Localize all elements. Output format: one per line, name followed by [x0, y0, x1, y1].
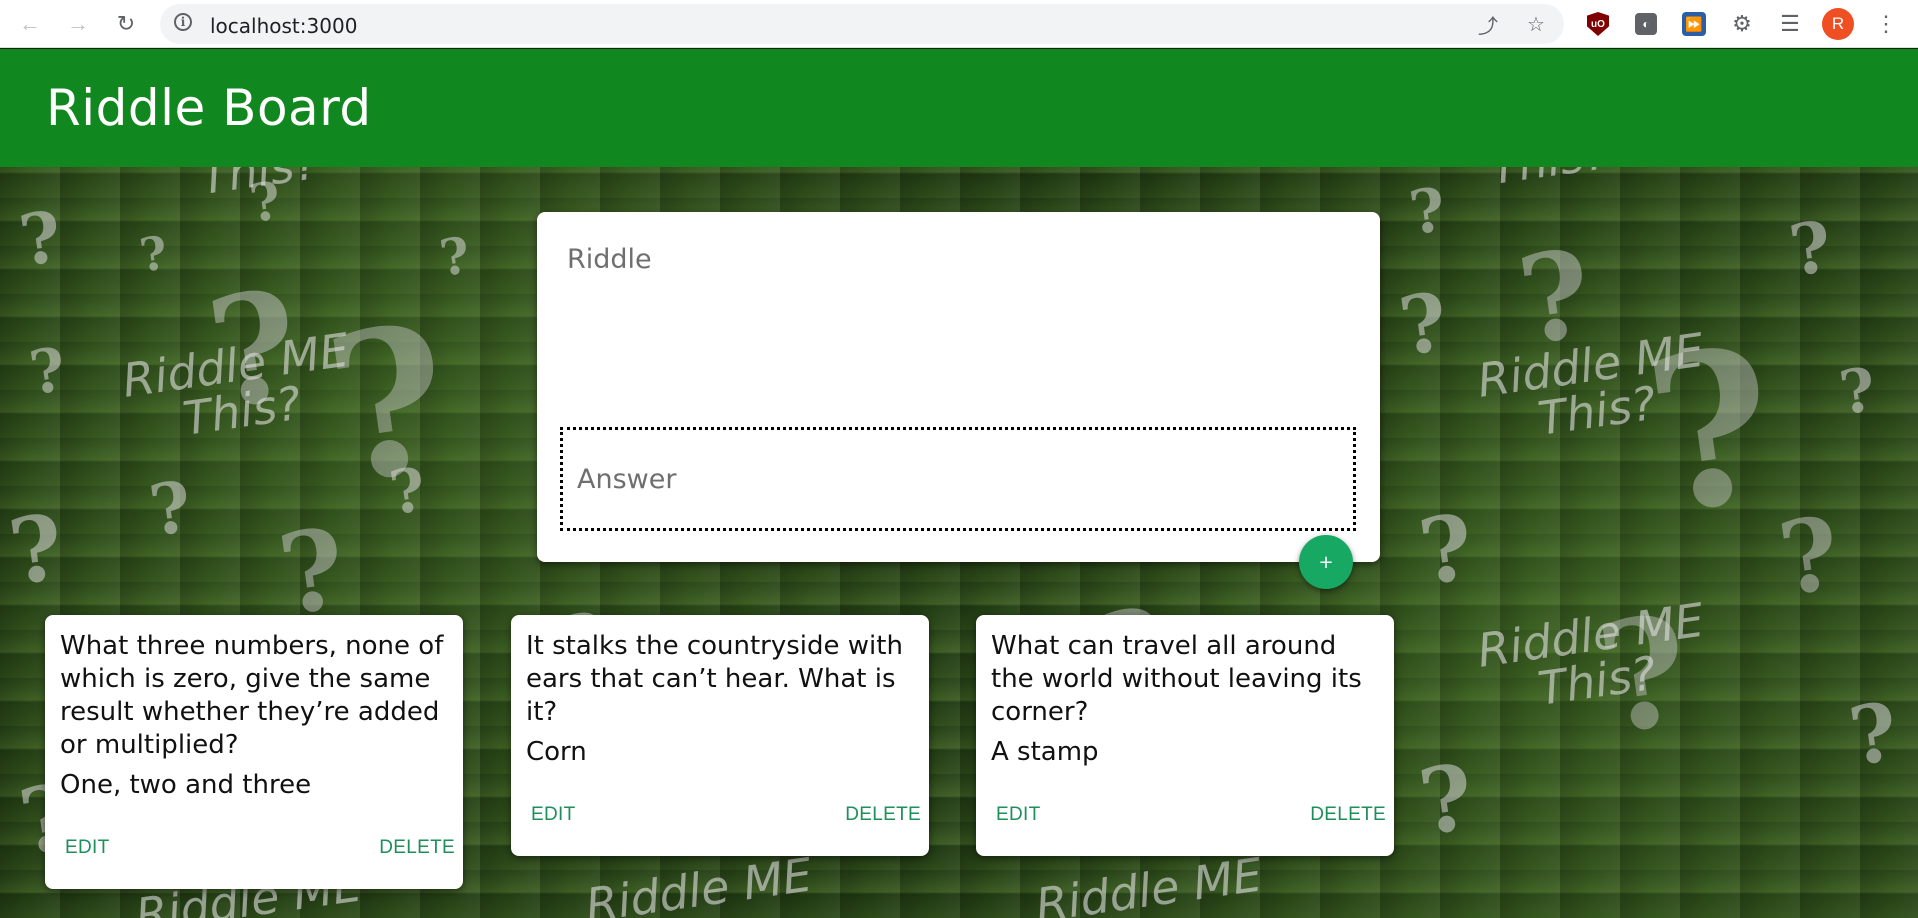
riddle-card: What three numbers, none of which is zer…	[45, 615, 463, 889]
add-riddle-button[interactable]: +	[1299, 535, 1353, 589]
riddle-question: What can travel all around the world wit…	[991, 631, 1362, 727]
page-title: Riddle Board	[46, 79, 372, 137]
delete-button[interactable]: DELETE	[845, 804, 921, 826]
riddle-answer: One, two and three	[60, 770, 312, 800]
puzzle-icon[interactable]: ⚙	[1726, 8, 1758, 40]
answer-input[interactable]	[560, 427, 1356, 531]
forward-icon[interactable]: →	[62, 8, 94, 40]
riddle-question: It stalks the countryside with ears that…	[526, 631, 903, 727]
riddle-card: It stalks the countryside with ears that…	[511, 615, 929, 856]
delete-button[interactable]: DELETE	[379, 837, 455, 859]
riddle-answer: A stamp	[991, 737, 1099, 767]
star-icon[interactable]: ☆	[1522, 10, 1550, 38]
extension-icon[interactable]: ⏩	[1678, 8, 1710, 40]
riddle-card: What can travel all around the world wit…	[976, 615, 1394, 856]
edit-button[interactable]: EDIT	[996, 804, 1040, 826]
riddle-question: What three numbers, none of which is zer…	[60, 631, 444, 760]
ublock-icon[interactable]: uO	[1582, 8, 1614, 40]
delete-button[interactable]: DELETE	[1310, 804, 1386, 826]
edit-button[interactable]: EDIT	[65, 837, 109, 859]
menu-icon[interactable]: ⋮	[1870, 8, 1902, 40]
address-bar[interactable]: i localhost:3000 ⤴ ☆	[160, 4, 1564, 44]
avatar[interactable]: R	[1822, 8, 1854, 40]
riddle-input[interactable]	[565, 242, 1359, 366]
reading-list-icon[interactable]: ☰	[1774, 8, 1806, 40]
info-icon[interactable]: i	[174, 13, 192, 31]
create-riddle-form	[537, 212, 1380, 562]
url-text[interactable]: localhost:3000	[210, 14, 357, 38]
extension-icon[interactable]: ◐	[1630, 8, 1662, 40]
riddle-answer: Corn	[526, 737, 587, 767]
browser-toolbar: ← → ↻ i localhost:3000 ⤴ ☆ uO ◐ ⏩ ⚙ ☰ R …	[0, 0, 1918, 48]
share-icon[interactable]: ⤴	[1474, 10, 1502, 38]
edit-button[interactable]: EDIT	[531, 804, 575, 826]
back-icon[interactable]: ←	[14, 8, 46, 40]
app-header: Riddle Board	[0, 49, 1918, 167]
reload-icon[interactable]: ↻	[110, 8, 142, 40]
